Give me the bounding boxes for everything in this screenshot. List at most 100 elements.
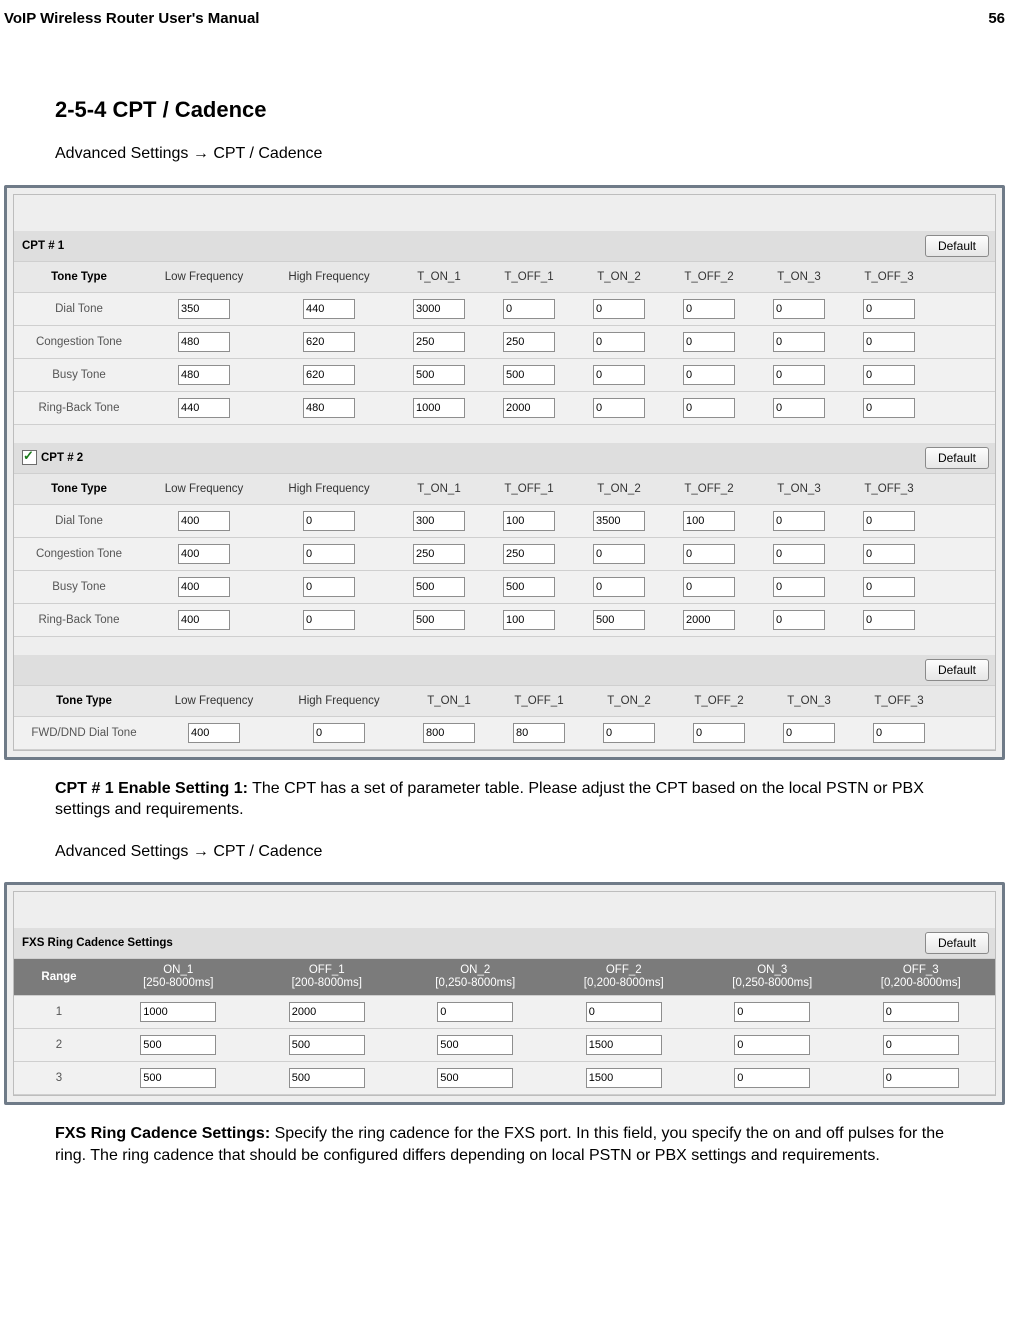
cpt2-busy-lf[interactable] — [178, 577, 230, 597]
cpt2-dial-lf[interactable] — [178, 511, 230, 531]
fxs3-on1[interactable] — [140, 1068, 216, 1088]
cpt2-ring-t2[interactable] — [503, 610, 555, 630]
cpt2-cong-t2[interactable] — [503, 544, 555, 564]
cpt1-cong-t4[interactable] — [683, 332, 735, 352]
cpt1-busy-t6[interactable] — [863, 365, 915, 385]
cpt2-dial-t3[interactable] — [593, 511, 645, 531]
cpt1-dial-t6[interactable] — [863, 299, 915, 319]
fwd-t5[interactable] — [783, 723, 835, 743]
cpt2-ring-t5[interactable] — [773, 610, 825, 630]
tone-name: Busy Tone — [14, 369, 144, 381]
cpt2-cong-t6[interactable] — [863, 544, 915, 564]
cpt2-cong-t4[interactable] — [683, 544, 735, 564]
fxs1-off2[interactable] — [586, 1002, 662, 1022]
fxs3-on3[interactable] — [734, 1068, 810, 1088]
cpt1-ring-hf[interactable] — [303, 398, 355, 418]
page-number: 56 — [988, 10, 1005, 27]
cpt1-busy-lf[interactable] — [178, 365, 230, 385]
cpt2-dial-hf[interactable] — [303, 511, 355, 531]
cpt2-cong-t1[interactable] — [413, 544, 465, 564]
fwd-t1[interactable] — [423, 723, 475, 743]
cpt1-cong-hf[interactable] — [303, 332, 355, 352]
cpt1-ring-t6[interactable] — [863, 398, 915, 418]
fxs1-off1[interactable] — [289, 1002, 365, 1022]
cpt2-cong-hf[interactable] — [303, 544, 355, 564]
fxs3-off2[interactable] — [586, 1068, 662, 1088]
fwd-hf[interactable] — [313, 723, 365, 743]
fxs2-off1[interactable] — [289, 1035, 365, 1055]
cpt2-busy-t6[interactable] — [863, 577, 915, 597]
cpt1-ring-lf[interactable] — [178, 398, 230, 418]
cpt2-busy-t5[interactable] — [773, 577, 825, 597]
cpt2-cong-lf[interactable] — [178, 544, 230, 564]
cpt1-ring-t3[interactable] — [593, 398, 645, 418]
col-off1: OFF_1[200-8000ms] — [253, 962, 402, 992]
fxs-default-button[interactable]: Default — [925, 932, 989, 954]
cpt1-title: CPT # 1 — [14, 240, 192, 252]
cpt2-busy-t4[interactable] — [683, 577, 735, 597]
cpt1-cong-t3[interactable] — [593, 332, 645, 352]
cpt2-ring-t1[interactable] — [413, 610, 465, 630]
cpt2-ring-lf[interactable] — [178, 610, 230, 630]
cpt2-ring-t3[interactable] — [593, 610, 645, 630]
cpt1-busy-t4[interactable] — [683, 365, 735, 385]
cpt1-dial-lf[interactable] — [178, 299, 230, 319]
fwd-lf[interactable] — [188, 723, 240, 743]
cpt2-dial-t2[interactable] — [503, 511, 555, 531]
cpt1-dial-t2[interactable] — [503, 299, 555, 319]
fxs3-off3[interactable] — [883, 1068, 959, 1088]
fxs1-on1[interactable] — [140, 1002, 216, 1022]
cpt2-busy-t3[interactable] — [593, 577, 645, 597]
fxs1-on2[interactable] — [437, 1002, 513, 1022]
fxs2-on1[interactable] — [140, 1035, 216, 1055]
fwd-t6[interactable] — [873, 723, 925, 743]
cpt2-dial-t6[interactable] — [863, 511, 915, 531]
fwd-t3[interactable] — [603, 723, 655, 743]
fwd-t2[interactable] — [513, 723, 565, 743]
cpt2-cong-t5[interactable] — [773, 544, 825, 564]
cpt1-default-button[interactable]: Default — [925, 235, 989, 257]
cpt1-cong-t1[interactable] — [413, 332, 465, 352]
cpt1-ring-t1[interactable] — [413, 398, 465, 418]
cpt2-enable-checkbox[interactable] — [22, 450, 37, 465]
cpt2-busy-t1[interactable] — [413, 577, 465, 597]
col-high-freq: High Frequency — [274, 695, 404, 707]
cpt2-busy-t2[interactable] — [503, 577, 555, 597]
fxs1-off3[interactable] — [883, 1002, 959, 1022]
cpt1-busy-t1[interactable] — [413, 365, 465, 385]
cpt2-dial-t5[interactable] — [773, 511, 825, 531]
cpt2-ring-hf[interactable] — [303, 610, 355, 630]
cpt1-cong-t2[interactable] — [503, 332, 555, 352]
cpt1-dial-t3[interactable] — [593, 299, 645, 319]
cpt1-busy-t2[interactable] — [503, 365, 555, 385]
fxs3-off1[interactable] — [289, 1068, 365, 1088]
cpt1-busy-hf[interactable] — [303, 365, 355, 385]
fxs3-on2[interactable] — [437, 1068, 513, 1088]
fwd-default-button[interactable]: Default — [925, 659, 989, 681]
cpt1-dial-hf[interactable] — [303, 299, 355, 319]
fxs1-on3[interactable] — [734, 1002, 810, 1022]
cpt1-dial-t5[interactable] — [773, 299, 825, 319]
cpt1-busy-t5[interactable] — [773, 365, 825, 385]
fxs2-off3[interactable] — [883, 1035, 959, 1055]
cpt2-cong-t3[interactable] — [593, 544, 645, 564]
cpt1-dial-t1[interactable] — [413, 299, 465, 319]
cpt2-ring-t4[interactable] — [683, 610, 735, 630]
fwd-t4[interactable] — [693, 723, 745, 743]
cpt2-dial-t1[interactable] — [413, 511, 465, 531]
fxs2-on2[interactable] — [437, 1035, 513, 1055]
cpt1-dial-t4[interactable] — [683, 299, 735, 319]
fxs2-off2[interactable] — [586, 1035, 662, 1055]
cpt1-cong-lf[interactable] — [178, 332, 230, 352]
cpt2-dial-t4[interactable] — [683, 511, 735, 531]
fxs2-on3[interactable] — [734, 1035, 810, 1055]
cpt2-ring-t6[interactable] — [863, 610, 915, 630]
cpt1-cong-t6[interactable] — [863, 332, 915, 352]
cpt2-default-button[interactable]: Default — [925, 447, 989, 469]
cpt1-ring-t5[interactable] — [773, 398, 825, 418]
cpt1-ring-t2[interactable] — [503, 398, 555, 418]
cpt2-busy-hf[interactable] — [303, 577, 355, 597]
cpt1-busy-t3[interactable] — [593, 365, 645, 385]
cpt1-ring-t4[interactable] — [683, 398, 735, 418]
cpt1-cong-t5[interactable] — [773, 332, 825, 352]
